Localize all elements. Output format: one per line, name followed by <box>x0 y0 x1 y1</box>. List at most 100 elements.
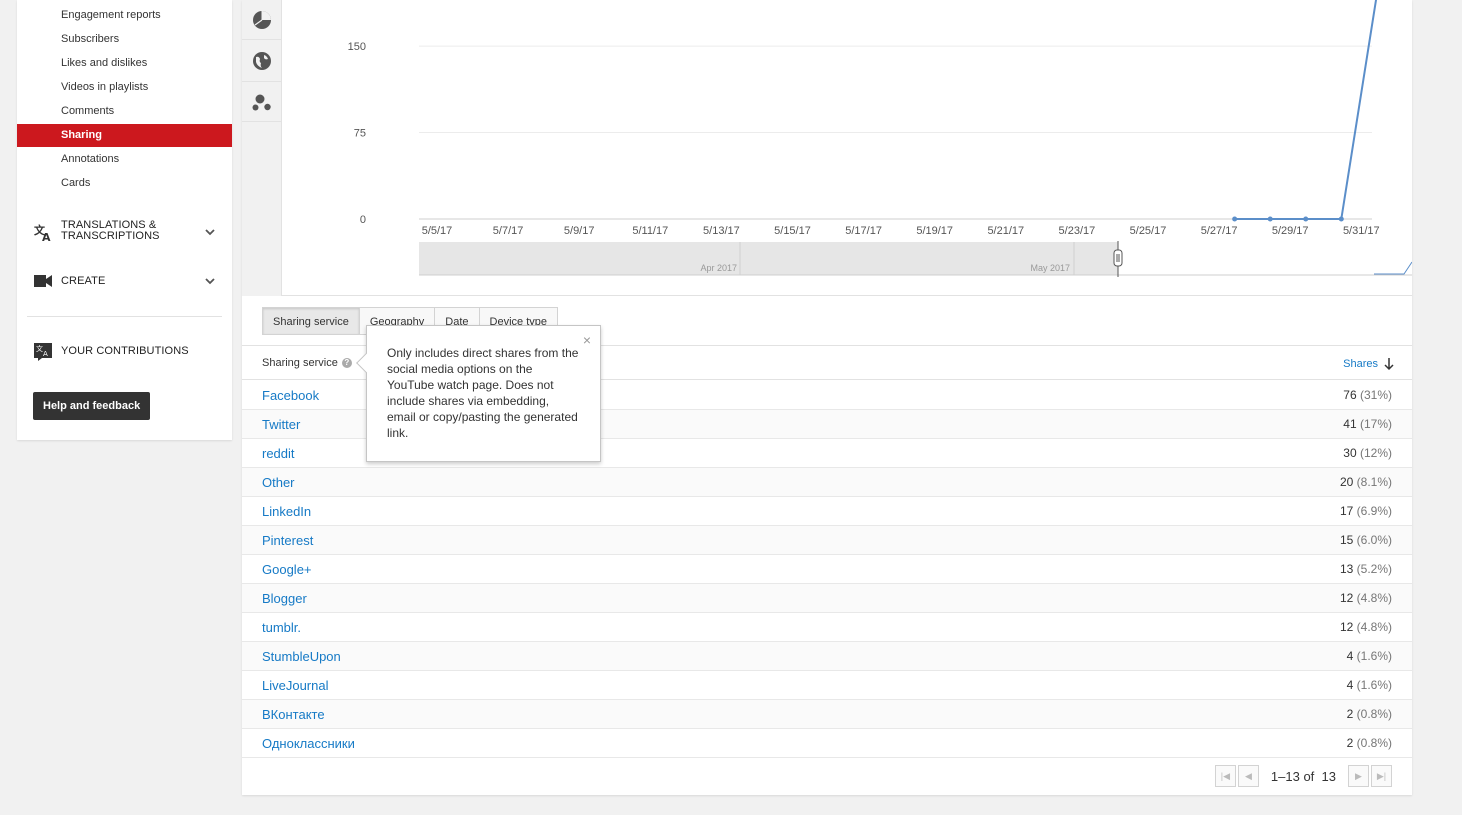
translate-icon: 文A <box>33 222 53 242</box>
translate-box-icon: 文A <box>33 341 53 361</box>
sidebar-item-sharing[interactable]: Sharing <box>17 124 232 147</box>
shares-value: 13 (5.2%) <box>1340 562 1392 576</box>
chevron-down-icon[interactable] <box>203 225 217 239</box>
x-tick-label: 5/15/17 <box>774 225 811 237</box>
tab-sharing-service[interactable]: Sharing service <box>262 307 360 335</box>
x-tick-label: 5/25/17 <box>1130 225 1167 237</box>
page-range: 1–13 of 13 <box>1271 769 1336 784</box>
shares-count: 4 <box>1346 678 1354 692</box>
prev-page-button[interactable]: ◀ <box>1237 765 1259 787</box>
shares-value: 20 (8.1%) <box>1340 475 1392 489</box>
sidebar-item-label: Engagement reports <box>61 9 161 21</box>
sharing-service-link[interactable]: ВКонтакте <box>262 707 325 722</box>
series-line <box>1234 0 1378 220</box>
y-tick-label: 0 <box>360 214 366 226</box>
pie-chart-button[interactable] <box>242 0 282 40</box>
shares-count: 4 <box>1346 649 1354 663</box>
column-header-shares[interactable]: Shares <box>1343 357 1396 371</box>
range-label: Apr 2017 <box>700 263 737 273</box>
shares-value: 4 (1.6%) <box>1347 649 1392 663</box>
sharing-service-link[interactable]: StumbleUpon <box>262 649 341 664</box>
y-tick-label: 75 <box>354 128 366 140</box>
map-view-button[interactable] <box>242 40 282 82</box>
video-camera-icon <box>33 271 53 291</box>
help-feedback-button[interactable]: Help and feedback <box>33 392 151 420</box>
bubble-chart-icon <box>252 94 271 110</box>
x-tick-label: 5/19/17 <box>916 225 953 237</box>
x-tick-label: 5/29/17 <box>1272 225 1309 237</box>
contributions-label: YOUR CONTRIBUTIONS <box>61 345 189 357</box>
column-header-label: Sharing service <box>262 357 338 369</box>
shares-count: 41 <box>1343 417 1357 431</box>
globe-icon <box>253 51 271 70</box>
x-tick-label: 5/11/17 <box>632 225 668 237</box>
shares-percent: (12%) <box>1359 446 1392 460</box>
create-label: CREATE <box>61 275 106 287</box>
sharing-service-link[interactable]: Blogger <box>262 591 307 606</box>
table-row: Google+ 13 (5.2%) <box>242 555 1412 584</box>
sidebar-item-label: Videos in playlists <box>61 81 149 93</box>
shares-percent: (1.6%) <box>1356 678 1392 692</box>
next-page-button[interactable]: ▶ <box>1348 765 1369 787</box>
first-page-button[interactable]: |◀ <box>1214 765 1236 787</box>
sidebar-item-label: Sharing <box>61 129 102 141</box>
sharing-service-link[interactable]: reddit <box>262 446 295 461</box>
translations-label-line2: TRANSCRIPTIONS <box>61 230 160 242</box>
chevron-down-icon[interactable] <box>203 274 217 288</box>
data-point <box>1267 216 1273 222</box>
sharing-service-link[interactable]: Other <box>262 475 295 490</box>
shares-count: 12 <box>1339 620 1354 634</box>
sharing-service-link[interactable]: LinkedIn <box>262 504 311 519</box>
prev-page-icon: ◀ <box>1244 770 1252 781</box>
table-row: Одноклассники 2 (0.8%) <box>242 729 1412 758</box>
sidebar-item-annotations[interactable]: Annotations <box>17 148 232 171</box>
line-chart: 0 75 150 5/5/17 5/7/17 5/9/17 5/11/17 5/13/17 5/… <box>282 0 1412 296</box>
sidebar-item-videos-in-playlists[interactable]: Videos in playlists <box>17 76 232 99</box>
last-page-button[interactable]: ▶| <box>1371 765 1392 787</box>
table-row: ВКонтакте 2 (0.8%) <box>242 700 1412 729</box>
sidebar-item-likes-dislikes[interactable]: Likes and dislikes <box>17 52 232 75</box>
sidebar-section-translations[interactable]: 文A TRANSLATIONS & TRANSCRIPTIONS <box>17 218 232 246</box>
sidebar-item-engagement-reports[interactable]: Engagement reports <box>17 4 232 27</box>
sidebar-item-cards[interactable]: Cards <box>17 172 232 195</box>
sharing-service-link[interactable]: Twitter <box>262 417 300 432</box>
table-row: Pinterest 15 (6.0%) <box>242 526 1412 555</box>
y-tick-label: 150 <box>348 41 366 53</box>
sidebar-section-create[interactable]: CREATE <box>17 270 232 292</box>
sidebar-item-label: Subscribers <box>61 33 120 45</box>
sidebar-item-comments[interactable]: Comments <box>17 100 232 123</box>
shares-percent: (31%) <box>1359 388 1392 402</box>
shares-value: 15 (6.0%) <box>1340 533 1392 547</box>
sharing-service-link[interactable]: Google+ <box>262 562 312 577</box>
sharing-service-link[interactable]: tumblr. <box>262 620 301 635</box>
x-tick-label: 5/31/17 <box>1343 225 1380 237</box>
shares-value: 76 (31%) <box>1343 388 1392 402</box>
shares-value: 30 (12%) <box>1343 446 1392 460</box>
page-range-label: 1–13 of <box>1270 768 1315 784</box>
shares-value: 2 (0.8%) <box>1347 736 1392 750</box>
close-icon[interactable]: × <box>583 332 591 348</box>
sidebar-divider <box>27 316 222 317</box>
table-row: Blogger 12 (4.8%) <box>242 584 1412 613</box>
help-question-icon[interactable]: ? <box>341 358 352 368</box>
table-row: tumblr. 12 (4.8%) <box>242 613 1412 642</box>
bubble-chart-button[interactable] <box>242 82 282 122</box>
shares-count: 2 <box>1346 707 1354 721</box>
table-row: StumbleUpon 4 (1.6%) <box>242 642 1412 671</box>
sharing-service-link[interactable]: Facebook <box>262 388 319 403</box>
pie-chart-icon <box>253 10 271 29</box>
sidebar-item-subscribers[interactable]: Subscribers <box>17 28 232 51</box>
shares-percent: (17%) <box>1359 417 1392 431</box>
x-tick-label: 5/5/17 <box>422 225 453 237</box>
sharing-service-link[interactable]: LiveJournal <box>262 678 329 693</box>
shares-count: 2 <box>1346 736 1354 750</box>
range-label: May 2017 <box>1030 263 1070 273</box>
x-tick-label: 5/17/17 <box>845 225 882 237</box>
first-page-icon: |◀ <box>1220 770 1231 781</box>
sharing-service-link[interactable]: Одноклассники <box>262 736 355 751</box>
sidebar-item-label: Likes and dislikes <box>61 57 148 69</box>
sharing-service-link[interactable]: Pinterest <box>262 533 313 548</box>
x-tick-label: 5/23/17 <box>1059 225 1096 237</box>
data-point <box>1338 216 1344 222</box>
sidebar-section-contributions[interactable]: 文A YOUR CONTRIBUTIONS <box>17 340 232 362</box>
